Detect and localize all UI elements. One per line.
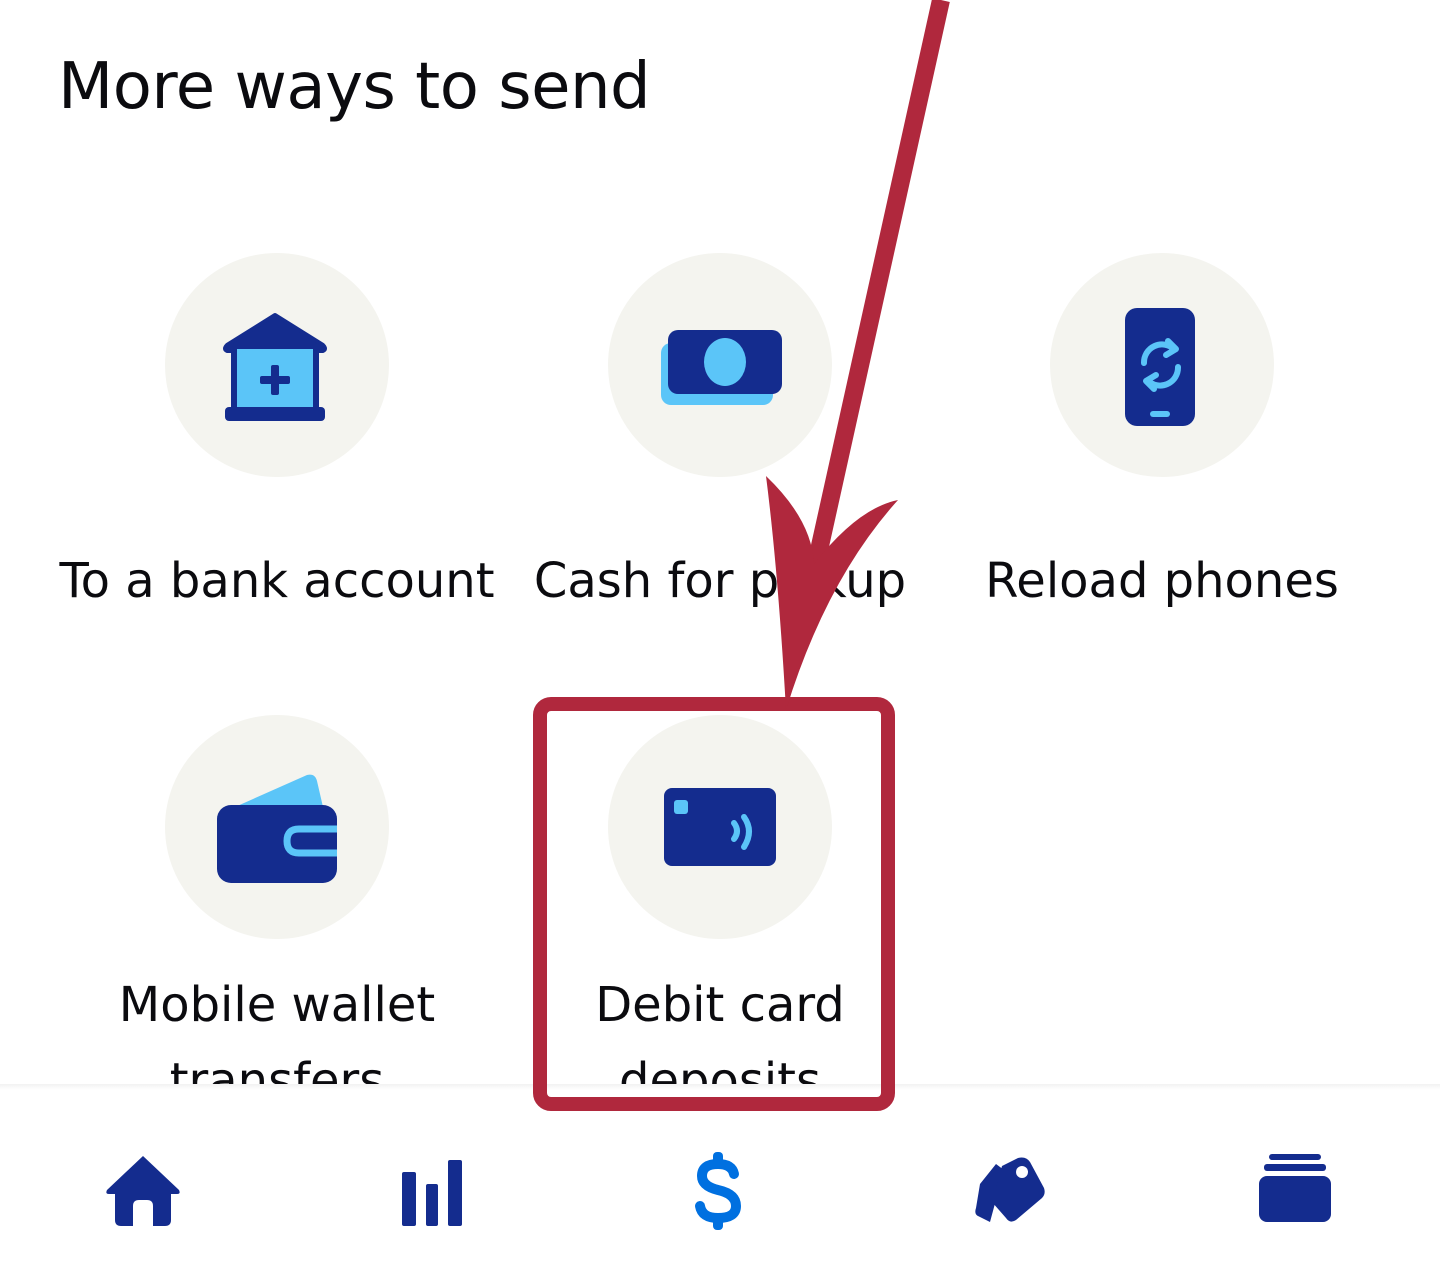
cards-icon <box>1259 1154 1331 1222</box>
tab-deals[interactable] <box>960 1140 1060 1240</box>
cash-icon <box>661 330 782 405</box>
home-icon <box>106 1156 180 1226</box>
dollar-icon <box>695 1152 742 1230</box>
bank-icon <box>223 313 327 421</box>
tab-wallet[interactable] <box>1245 1140 1345 1240</box>
option-cash-pickup[interactable]: Cash for pickup <box>490 253 950 619</box>
option-reload-phones[interactable]: Reload phones <box>932 253 1392 619</box>
option-label: To a bank account <box>59 553 495 609</box>
tab-insights[interactable] <box>382 1140 482 1240</box>
phone-icon-circle <box>1050 253 1274 477</box>
tags-icon <box>975 1157 1045 1222</box>
phone-reload-icon <box>1125 308 1195 426</box>
option-mobile-wallet[interactable]: Mobile wallet transfers <box>47 715 507 1090</box>
send-options-grid: To a bank account Cash for pickup Reload… <box>0 0 1440 1090</box>
bar-chart-icon <box>402 1160 462 1226</box>
tab-send-request[interactable] <box>668 1140 768 1240</box>
option-bank-account[interactable]: To a bank account <box>47 253 507 619</box>
bank-icon-circle <box>165 253 389 477</box>
option-label: Mobile wallet transfers <box>118 977 436 1090</box>
bottom-tab-bar <box>0 1090 1440 1288</box>
wallet-icon <box>217 774 337 883</box>
wallet-icon-circle <box>165 715 389 939</box>
cash-icon-circle <box>608 253 832 477</box>
option-label: Cash for pickup <box>533 553 907 609</box>
option-label: Reload phones <box>985 553 1339 609</box>
debit-icon-circle <box>608 715 832 939</box>
tab-home[interactable] <box>93 1140 193 1240</box>
debit-card-icon <box>664 788 776 866</box>
option-debit-card[interactable]: Debit card deposits <box>490 715 950 1090</box>
option-label: Debit card deposits <box>595 977 845 1090</box>
